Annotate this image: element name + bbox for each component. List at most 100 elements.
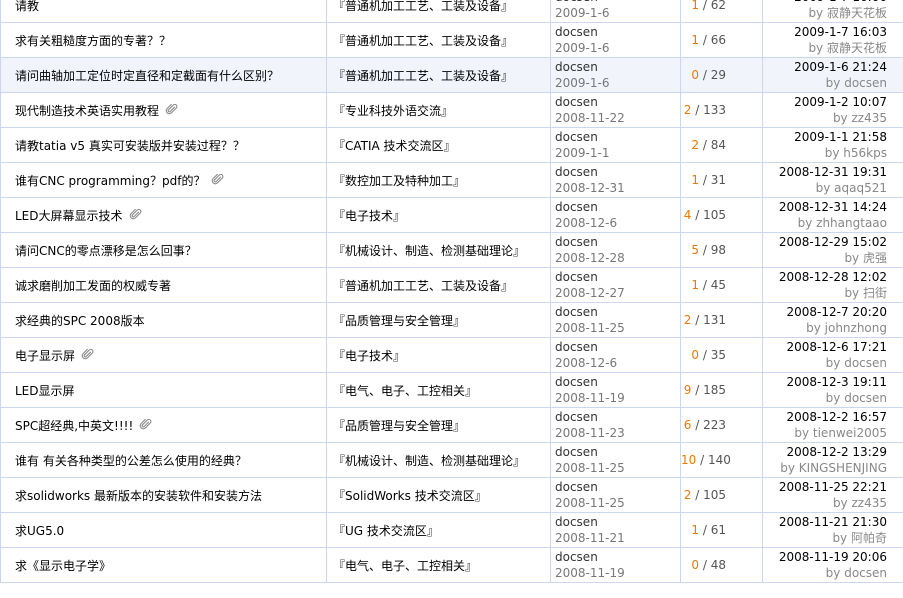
- last-post-time-link[interactable]: 2008-12-6 17:21: [764, 339, 888, 355]
- last-post-user-link[interactable]: 寂静天花板: [827, 41, 887, 55]
- author-name-link[interactable]: docsen: [555, 549, 680, 565]
- thread-title-link[interactable]: 求solidworks 最新版本的安装软件和安装方法: [15, 489, 262, 503]
- thread-title-link[interactable]: 请问曲轴加工定位时定直径和定截面有什么区别？: [15, 69, 279, 83]
- thread-title-link[interactable]: 请教tatia v5 真实可安装版并安装过程？？: [15, 139, 245, 153]
- last-post-time-link[interactable]: 2008-12-31 14:24: [764, 199, 887, 215]
- last-post-time-link[interactable]: 2009-1-2 10:07: [764, 94, 887, 110]
- last-post-user-link[interactable]: 扫街: [863, 286, 887, 300]
- author-name-link[interactable]: docsen: [555, 269, 680, 285]
- forum-link[interactable]: 『专业科技外语交流』: [333, 104, 453, 118]
- forum-link[interactable]: 『数控加工及特种加工』: [333, 174, 465, 188]
- forum-link[interactable]: 『SolidWorks 技术交流区』: [333, 489, 487, 503]
- last-post-by: by tienwei2005: [764, 425, 887, 441]
- last-post-cell: 2008-12-2 13:29 by KINGSHENJING: [762, 442, 903, 478]
- last-post-time-link[interactable]: 2008-11-25 22:21: [764, 479, 887, 495]
- forum-link[interactable]: 『CATIA 技术交流区』: [333, 139, 456, 153]
- forum-link[interactable]: 『电子技术』: [333, 349, 405, 363]
- last-post-time-link[interactable]: 2008-12-3 19:11: [764, 374, 888, 390]
- last-post-time-link[interactable]: 2009-1-1 21:58: [764, 129, 887, 145]
- last-post-time-link[interactable]: 2009-1-6 21:24: [764, 59, 887, 75]
- thread-title-link[interactable]: LED显示屏: [15, 384, 75, 398]
- last-post-user-link[interactable]: zhhangtaao: [816, 216, 887, 230]
- thread-title-link[interactable]: 请问CNC的零点漂移是怎么回事？: [15, 244, 197, 258]
- thread-title-link[interactable]: 诚求磨削加工发面的权威专著: [15, 279, 171, 293]
- forum-cell: 『电子技术』: [326, 337, 551, 373]
- last-post-time-link[interactable]: 2008-11-21 21:30: [764, 514, 887, 530]
- author-name-link[interactable]: docsen: [555, 199, 680, 215]
- last-post-time-link[interactable]: 2008-12-7 20:20: [764, 304, 888, 320]
- thread-title-link[interactable]: 请教: [15, 0, 39, 13]
- forum-link[interactable]: 『品质管理与安全管理』: [333, 419, 465, 433]
- last-post-by: by 寂静天花板: [764, 40, 887, 56]
- author-name-link[interactable]: docsen: [555, 479, 680, 495]
- author-name-link[interactable]: docsen: [555, 164, 680, 180]
- forum-link[interactable]: 『UG 技术交流区』: [333, 524, 439, 538]
- forum-link[interactable]: 『电子技术』: [333, 209, 405, 223]
- last-post-cell: 2008-12-29 15:02 by 虎强: [762, 232, 903, 268]
- author-name-link[interactable]: docsen: [555, 374, 680, 390]
- thread-title-link[interactable]: 谁有 有关各种类型的公差怎么使用的经典？: [15, 454, 247, 468]
- thread-title-link[interactable]: 求UG5.0: [15, 524, 64, 538]
- last-post-time-link[interactable]: 2009-1-7 16:03: [764, 24, 887, 40]
- forum-link[interactable]: 『电气、电子、工控相关』: [333, 384, 477, 398]
- forum-cell: 『SolidWorks 技术交流区』: [326, 477, 551, 513]
- forum-link[interactable]: 『机械设计、制造、检测基础理论』: [333, 454, 525, 468]
- last-post-time-link[interactable]: 2008-12-2 16:57: [764, 409, 888, 425]
- forum-link[interactable]: 『电气、电子、工控相关』: [333, 559, 477, 573]
- thread-title-link[interactable]: 现代制造技术英语实用教程: [15, 104, 159, 118]
- by-prefix: by: [825, 566, 841, 580]
- count-separator: /: [695, 313, 700, 327]
- thread-row: 请教tatia v5 真实可安装版并安装过程？？ 『CATIA 技术交流区』 d…: [0, 127, 903, 163]
- last-post-user-link[interactable]: aqaq521: [834, 181, 887, 195]
- thread-title-link[interactable]: LED大屏幕显示技术: [15, 209, 123, 223]
- last-post-user-link[interactable]: 虎强: [863, 251, 887, 265]
- last-post-user-link[interactable]: docsen: [844, 356, 887, 370]
- thread-row: SPC超经典,中英文!!!! 『品质管理与安全管理』 docsen 2008-1…: [0, 407, 903, 443]
- last-post-user-link[interactable]: 阿帕奇: [851, 531, 887, 545]
- last-post-time-link[interactable]: 2008-12-29 15:02: [764, 234, 887, 250]
- author-name-link[interactable]: docsen: [555, 234, 680, 250]
- last-post-user-link[interactable]: zz435: [851, 111, 887, 125]
- thread-title-link[interactable]: 谁有CNC programming？pdf的？: [15, 174, 205, 188]
- last-post-user-link[interactable]: 寂静天花板: [827, 6, 887, 20]
- thread-title-link[interactable]: 求经典的SPC 2008版本: [15, 314, 145, 328]
- last-post-user-link[interactable]: johnzhong: [825, 321, 887, 335]
- last-post-user-link[interactable]: zz435: [851, 496, 887, 510]
- author-name-link[interactable]: docsen: [555, 129, 680, 145]
- author-name-link[interactable]: docsen: [555, 409, 680, 425]
- forum-link[interactable]: 『普通机加工工艺、工装及设备』: [333, 34, 513, 48]
- forum-link[interactable]: 『品质管理与安全管理』: [333, 314, 465, 328]
- forum-link[interactable]: 『普通机加工工艺、工装及设备』: [333, 0, 513, 13]
- author-name-link[interactable]: docsen: [555, 444, 680, 460]
- last-post-user-link[interactable]: docsen: [844, 76, 887, 90]
- thread-title-link[interactable]: SPC超经典,中英文!!!!: [15, 419, 133, 433]
- author-cell: docsen 2008-11-25: [550, 302, 681, 338]
- author-cell: docsen 2008-11-19: [550, 547, 681, 583]
- author-name-link[interactable]: docsen: [555, 339, 680, 355]
- last-post-user-link[interactable]: h56kps: [843, 146, 887, 160]
- reply-view-count-cell: 2 / 105: [680, 477, 763, 513]
- author-name-link[interactable]: docsen: [555, 59, 680, 75]
- author-name-link[interactable]: docsen: [555, 304, 680, 320]
- author-cell: docsen 2009-1-1: [550, 127, 681, 163]
- forum-link[interactable]: 『机械设计、制造、检测基础理论』: [333, 244, 525, 258]
- thread-title-link[interactable]: 电子显示屏: [15, 349, 75, 363]
- thread-title-link[interactable]: 求《显示电子学》: [15, 559, 111, 573]
- last-post-cell: 2008-12-28 12:02 by 扫街: [762, 267, 903, 303]
- author-name-link[interactable]: docsen: [555, 24, 680, 40]
- last-post-user-link[interactable]: tienwei2005: [813, 426, 887, 440]
- forum-link[interactable]: 『普通机加工工艺、工装及设备』: [333, 279, 513, 293]
- last-post-time-link[interactable]: 2008-12-28 12:02: [764, 269, 887, 285]
- forum-link[interactable]: 『普通机加工工艺、工装及设备』: [333, 69, 513, 83]
- last-post-time-link[interactable]: 2008-12-31 19:31: [764, 164, 887, 180]
- last-post-cell: 2008-12-7 20:20 by johnzhong: [762, 302, 903, 338]
- last-post-time-link[interactable]: 2008-12-2 13:29: [764, 444, 888, 460]
- reply-count: 1: [691, 173, 700, 187]
- last-post-user-link[interactable]: docsen: [844, 566, 887, 580]
- author-name-link[interactable]: docsen: [555, 514, 680, 530]
- author-name-link[interactable]: docsen: [555, 94, 680, 110]
- thread-title-link[interactable]: 求有关粗糙度方面的专著？？: [15, 34, 171, 48]
- last-post-time-link[interactable]: 2008-11-19 20:06: [764, 549, 887, 565]
- last-post-user-link[interactable]: docsen: [844, 391, 887, 405]
- last-post-user-link[interactable]: KINGSHENJING: [799, 461, 887, 475]
